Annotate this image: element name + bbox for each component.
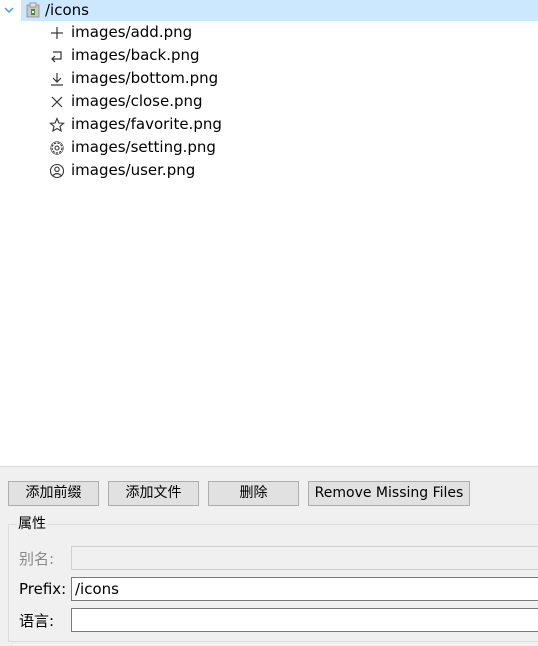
- resource-editor: /icons images/add.png images/back.png im…: [0, 0, 538, 646]
- tree-root-item[interactable]: /icons: [0, 0, 538, 23]
- remove-missing-files-button[interactable]: Remove Missing Files: [308, 481, 470, 506]
- tree-item-label: images/back.png: [71, 46, 200, 64]
- alias-label: 别名:: [19, 550, 55, 568]
- user-icon: [49, 163, 65, 179]
- tree-item-label: images/user.png: [71, 161, 196, 179]
- bottom-panel: 添加前缀 添加文件 删除 Remove Missing Files 属性 别名:…: [0, 466, 538, 646]
- delete-button[interactable]: 删除: [208, 481, 299, 506]
- language-label: 语言:: [19, 612, 55, 630]
- prefix-label: Prefix:: [19, 580, 67, 598]
- resource-folder-icon: [26, 2, 40, 18]
- tree-item-label: images/setting.png: [71, 138, 216, 156]
- close-icon: [51, 96, 63, 108]
- tree-item-favorite[interactable]: images/favorite.png: [0, 113, 538, 136]
- download-arrow-icon: [51, 73, 63, 86]
- add-prefix-button[interactable]: 添加前缀: [8, 481, 99, 506]
- tree-item-label: images/favorite.png: [71, 115, 222, 133]
- star-icon: [49, 117, 65, 133]
- add-files-button[interactable]: 添加文件: [108, 481, 199, 506]
- tree-item-bottom[interactable]: images/bottom.png: [0, 67, 538, 90]
- tree-item-user[interactable]: images/user.png: [0, 159, 538, 182]
- tree-item-add[interactable]: images/add.png: [0, 21, 538, 44]
- selection-highlight: [21, 0, 538, 21]
- tree-item-close[interactable]: images/close.png: [0, 90, 538, 113]
- language-field[interactable]: [71, 608, 538, 632]
- tree-item-label: images/bottom.png: [71, 69, 219, 87]
- tree-item-label: images/add.png: [71, 23, 193, 41]
- tree-root-label: /icons: [45, 1, 89, 19]
- tree-item-label: images/close.png: [71, 92, 203, 110]
- tree-item-setting[interactable]: images/setting.png: [0, 136, 538, 159]
- plus-icon: [51, 27, 63, 39]
- tree-item-back[interactable]: images/back.png: [0, 44, 538, 67]
- resource-tree[interactable]: /icons images/add.png images/back.png im…: [0, 0, 538, 466]
- alias-field: [71, 546, 538, 570]
- prefix-field[interactable]: /icons: [71, 577, 538, 601]
- back-arrow-icon: [51, 51, 62, 63]
- gear-icon: [50, 141, 64, 155]
- properties-group-title: 属性: [17, 516, 47, 532]
- chevron-down-icon[interactable]: [2, 3, 16, 17]
